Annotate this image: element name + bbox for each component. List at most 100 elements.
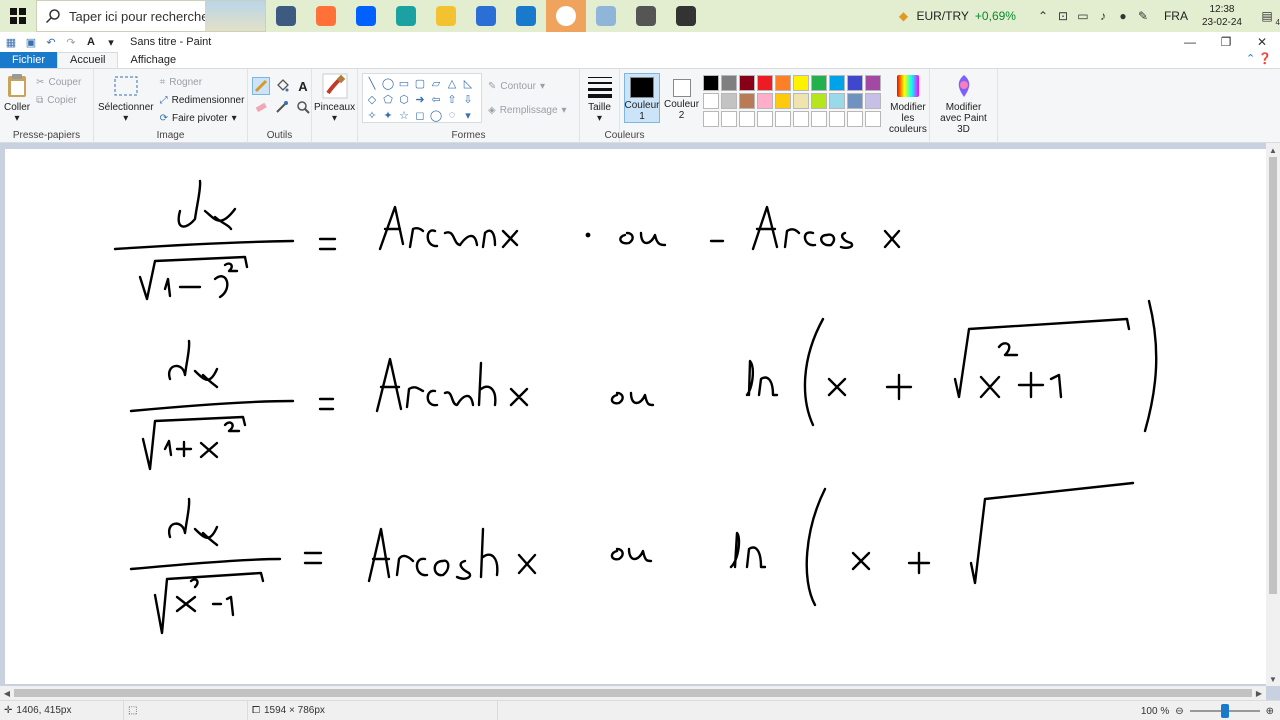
palette-swatch[interactable] [829,111,846,127]
fill-button[interactable]: ◈ Remplissage ▾ [488,101,567,119]
customize-toolbar-chevron-icon[interactable]: ▾ [104,35,118,49]
shape-pentagon-icon[interactable]: ⬠ [380,91,396,107]
shape-more-icon[interactable]: ▾ [460,107,476,123]
taskbar-search-box[interactable]: Taper ici pour rechercher [36,0,266,32]
restore-button[interactable]: ❐ [1208,32,1244,52]
taskbar-app-paint[interactable] [586,0,626,32]
help-icon[interactable]: ⌃ ❓ [1246,52,1272,65]
scroll-left-icon[interactable]: ◀ [0,686,14,700]
shape-arrow-up-icon[interactable]: ⇧ [444,91,460,107]
notifications-icon[interactable]: ▤ 4 [1260,9,1280,27]
palette-swatch[interactable] [847,111,864,127]
shape-line-icon[interactable]: ╲ [364,75,380,91]
taskbar-app-screen-capture[interactable] [626,0,666,32]
pen-icon[interactable]: ✎ [1136,9,1150,23]
vertical-scrollbar[interactable]: ▲ ▼ [1266,143,1280,686]
color-picker-icon[interactable] [273,98,291,116]
edit-colors-button[interactable]: Modifier les couleurs [889,73,927,135]
horizontal-scrollbar[interactable]: ◀ ▶ [0,686,1266,700]
redo-icon[interactable]: ↷ [64,35,78,49]
clock[interactable]: 12:38 23-02-24 [1202,3,1242,29]
save-icon[interactable]: ▣ [24,35,38,49]
pencil-tool-icon[interactable] [252,77,270,95]
color2-button[interactable]: Couleur 2 [664,73,699,123]
palette-swatch[interactable] [739,111,756,127]
palette-swatch[interactable] [739,75,756,91]
zoom-slider-knob[interactable] [1220,704,1229,718]
shape-star-6-icon[interactable]: ☆ [396,107,412,123]
palette-swatch[interactable] [703,111,720,127]
copy-button[interactable]: ⧉ Copier [36,91,81,109]
palette-swatch[interactable] [721,111,738,127]
shape-polygon-icon[interactable]: ▱ [428,75,444,91]
undo-icon[interactable]: ↶ [44,35,58,49]
shape-diamond-icon[interactable]: ◇ [364,91,380,107]
chevron-up-icon[interactable]: ⌃ [1036,9,1050,23]
paste-button[interactable]: Coller ▾ [4,73,30,124]
volume-icon[interactable]: ♪ [1096,9,1110,23]
text-format-icon[interactable]: A [84,35,98,49]
select-button[interactable]: Sélectionner ▾ [98,73,154,127]
palette-swatch[interactable] [811,93,828,109]
palette-swatch[interactable] [757,75,774,91]
size-button[interactable]: Taille ▾ [584,73,615,124]
eraser-icon[interactable] [252,98,270,116]
brushes-button[interactable]: Pinceaux ▾ [314,73,355,124]
shape-arrow-left-icon[interactable]: ⇦ [428,91,444,107]
color1-button[interactable]: Couleur 1 [624,73,660,123]
palette-swatch[interactable] [865,75,882,91]
shape-rounded-rectangle-icon[interactable]: ▢ [412,75,428,91]
taskbar-app-task-view[interactable] [266,0,306,32]
tab-file[interactable]: Fichier [0,52,58,68]
text-tool-icon[interactable]: A [294,77,312,95]
palette-swatch[interactable] [793,75,810,91]
microphone-icon[interactable]: ● [1116,9,1130,23]
shape-star-5-icon[interactable]: ✦ [380,107,396,123]
palette-swatch[interactable] [739,93,756,109]
taskbar-app-dropbox[interactable] [346,0,386,32]
paint3d-button[interactable]: Modifier avec Paint 3D [934,73,993,135]
taskbar-app-settings-gear[interactable] [666,0,706,32]
palette-swatch[interactable] [847,93,864,109]
tab-view[interactable]: Affichage [118,52,188,68]
shapes-gallery[interactable]: ╲ ◯ ▭ ▢ ▱ △ ◺ ◇ ⬠ ⬡ ➜ ⇦ ⇧ ⇩ ✧ ✦ ☆ ◻ ◯ ◌ ▾ [362,73,482,123]
fill-bucket-icon[interactable] [273,77,291,95]
crop-button[interactable]: ⌗ Rogner [160,73,245,91]
shape-rectangle-icon[interactable]: ▭ [396,75,412,91]
palette-swatch[interactable] [847,75,864,91]
language-indicator[interactable]: FRA [1164,9,1188,23]
palette-swatch[interactable] [811,75,828,91]
palette-swatch[interactable] [703,75,720,91]
scroll-up-icon[interactable]: ▲ [1266,143,1280,157]
shape-hexagon-icon[interactable]: ⬡ [396,91,412,107]
palette-swatch[interactable] [775,75,792,91]
ticker-label[interactable]: EUR/TRY [916,9,968,23]
scroll-right-icon[interactable]: ▶ [1252,686,1266,700]
shape-oval-icon[interactable]: ◯ [380,75,396,91]
rotate-button[interactable]: ⟳ Faire pivoter ▾ [160,109,245,127]
palette-swatch[interactable] [721,93,738,109]
magnifier-icon[interactable] [294,98,312,116]
taskbar-app-wordweb[interactable] [546,0,586,32]
ticker-change[interactable]: +0,69% [975,9,1016,23]
palette-swatch[interactable] [721,75,738,91]
shape-callout-cloud-icon[interactable]: ◌ [444,107,460,123]
tab-home[interactable]: Accueil [57,52,119,68]
shape-callout-oval-icon[interactable]: ◯ [428,107,444,123]
resize-button[interactable]: ⤢ Redimensionner [160,91,245,109]
minimize-button[interactable]: — [1172,32,1208,52]
shape-right-triangle-icon[interactable]: ◺ [460,75,476,91]
palette-swatch[interactable] [865,93,882,109]
vertical-scroll-thumb[interactable] [1269,157,1277,594]
taskbar-app-edge[interactable] [386,0,426,32]
palette-swatch[interactable] [703,93,720,109]
zoom-in-icon[interactable]: ⊕ [1266,706,1274,717]
palette-swatch[interactable] [829,75,846,91]
cut-button[interactable]: ✂ Couper [36,73,81,91]
palette-swatch[interactable] [793,93,810,109]
zoom-slider[interactable] [1189,704,1260,718]
shape-triangle-icon[interactable]: △ [444,75,460,91]
windows-start-icon[interactable] [0,0,36,32]
network-icon[interactable]: ⊡ [1056,9,1070,23]
shape-callout-rect-icon[interactable]: ◻ [412,107,428,123]
